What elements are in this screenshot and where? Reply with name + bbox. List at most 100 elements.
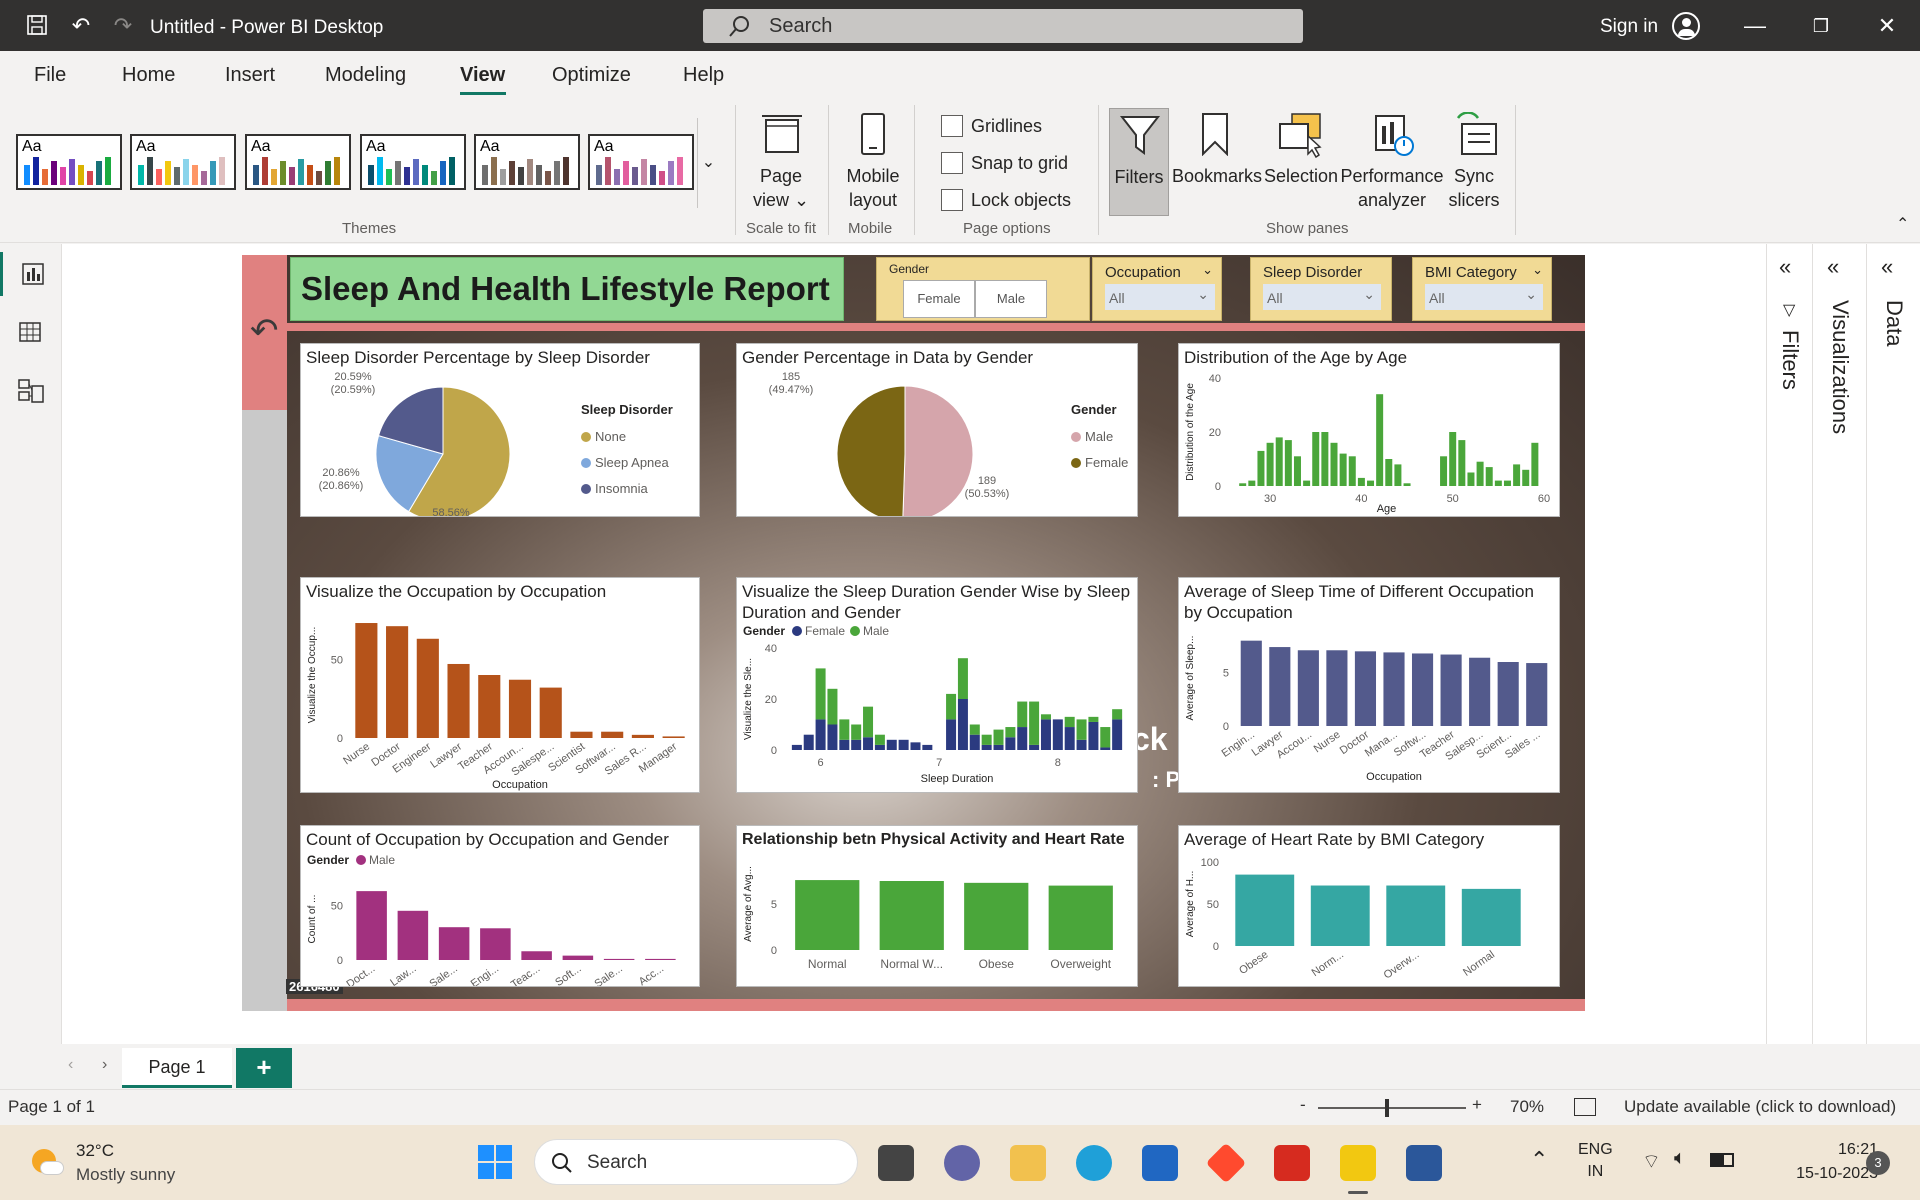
theme-6[interactable]: Aa: [588, 134, 694, 190]
lock-objects-checkbox[interactable]: [941, 189, 963, 211]
selection-pane-button[interactable]: Selection: [1262, 108, 1340, 212]
sync-slicers-button[interactable]: Sync slicers: [1444, 108, 1504, 212]
edge-icon[interactable]: [1076, 1145, 1112, 1181]
clock-date[interactable]: 15-10-2023: [1748, 1165, 1878, 1183]
word-icon[interactable]: [1406, 1145, 1442, 1181]
age-distribution-card[interactable]: Distribution of the Age by Age Distribut…: [1178, 343, 1560, 517]
bar: [1513, 464, 1521, 486]
expand-data-icon[interactable]: «: [1881, 254, 1893, 280]
x-tick-label: Teac...: [509, 963, 542, 986]
heart-rate-bmi-card[interactable]: Average of Heart Rate by BMI Category Av…: [1178, 825, 1560, 987]
language-indicator[interactable]: ENG IN: [1578, 1139, 1613, 1183]
account-icon[interactable]: [1672, 12, 1700, 40]
theme-3[interactable]: Aa: [245, 134, 351, 190]
wifi-icon[interactable]: ⌔: [1642, 1149, 1661, 1174]
occupation-slicer[interactable]: Occupation ⌄ All ⌄: [1092, 257, 1222, 321]
bmi-slicer-value[interactable]: All ⌄: [1425, 284, 1543, 310]
minimize-icon[interactable]: —: [1742, 13, 1768, 39]
windows-start-icon[interactable]: [478, 1145, 512, 1179]
gender-pie-card[interactable]: Gender Percentage in Data by Gender 189(…: [736, 343, 1138, 517]
visualizations-pane[interactable]: « Visualizations: [1813, 244, 1867, 1044]
undo-icon[interactable]: ↶: [68, 13, 94, 39]
file-explorer-icon[interactable]: [1010, 1145, 1046, 1181]
search-input[interactable]: Search: [703, 9, 1303, 43]
bar: [1526, 663, 1548, 726]
fit-to-page-icon[interactable]: [1574, 1098, 1596, 1116]
theme-4[interactable]: Aa: [360, 134, 466, 190]
gridlines-checkbox[interactable]: [941, 115, 963, 137]
zoom-slider-thumb[interactable]: [1384, 1099, 1389, 1117]
collapse-ribbon-icon[interactable]: ⌃: [1896, 214, 1909, 234]
bar: [1321, 432, 1329, 486]
snap-to-grid-checkbox[interactable]: [941, 152, 963, 174]
zoom-level[interactable]: 70%: [1510, 1097, 1544, 1117]
report-view-icon[interactable]: [0, 252, 62, 296]
task-view-icon[interactable]: [878, 1145, 914, 1181]
mobile-layout-button[interactable]: Mobile layout: [838, 108, 908, 212]
avg-sleep-occupation-card[interactable]: Average of Sleep Time of Different Occup…: [1178, 577, 1560, 793]
prev-page-icon[interactable]: ‹: [68, 1056, 73, 1074]
performance-analyzer-button[interactable]: Performance analyzer: [1340, 108, 1444, 212]
bmi-slicer[interactable]: BMI Category ⌄ All ⌄: [1412, 257, 1552, 321]
sleep-disorder-pie-card[interactable]: Sleep Disorder Percentage by Sleep Disor…: [300, 343, 700, 517]
zoom-in-button[interactable]: +: [1472, 1095, 1482, 1115]
notification-badge[interactable]: 3: [1866, 1151, 1890, 1175]
zoom-out-button[interactable]: -: [1300, 1095, 1306, 1115]
close-icon[interactable]: ✕: [1874, 13, 1900, 39]
tab-view[interactable]: View: [460, 64, 505, 87]
gender-option-male[interactable]: Male: [975, 280, 1047, 318]
tab-home[interactable]: Home: [122, 64, 175, 87]
next-page-icon[interactable]: ›: [102, 1056, 107, 1074]
table-view-icon[interactable]: [0, 310, 62, 354]
filters-pane[interactable]: « ▽ Filters: [1767, 244, 1813, 1044]
occupation-count-card[interactable]: Visualize the Occupation by Occupation V…: [300, 577, 700, 793]
zoom-slider[interactable]: [1318, 1099, 1466, 1117]
page-tab-1[interactable]: Page 1: [122, 1048, 232, 1088]
sleep-disorder-slicer[interactable]: Sleep Disorder All ⌄: [1250, 257, 1392, 321]
gender-option-female[interactable]: Female: [903, 280, 975, 318]
teams-icon[interactable]: [944, 1145, 980, 1181]
model-view-icon[interactable]: [0, 368, 62, 412]
bookmarks-pane-button[interactable]: Bookmarks: [1172, 108, 1262, 212]
sync-label-2: slicers: [1448, 190, 1500, 210]
activity-heart-card[interactable]: Relationship betn Physical Activity and …: [736, 825, 1138, 987]
sleep-disorder-slicer-value[interactable]: All ⌄: [1263, 284, 1381, 310]
occupation-gender-card[interactable]: Count of Occupation by Occupation and Ge…: [300, 825, 700, 987]
tab-modeling[interactable]: Modeling: [325, 64, 406, 87]
show-hidden-icons[interactable]: ⌃: [1530, 1147, 1548, 1173]
tab-help[interactable]: Help: [683, 64, 724, 87]
taskbar-search[interactable]: Search: [534, 1139, 858, 1185]
tab-optimize[interactable]: Optimize: [552, 64, 631, 87]
theme-1[interactable]: Aa: [16, 134, 122, 190]
app-icon[interactable]: [1205, 1142, 1247, 1184]
y-tick-label: 20: [765, 694, 777, 706]
expand-visualizations-icon[interactable]: «: [1827, 254, 1839, 280]
clock-time[interactable]: 16:21: [1788, 1141, 1878, 1159]
gender-slicer[interactable]: Gender Female Male: [876, 257, 1090, 321]
weather-icon[interactable]: [30, 1147, 64, 1177]
expand-filters-icon[interactable]: «: [1779, 254, 1791, 280]
update-available-link[interactable]: Update available (click to download): [1624, 1097, 1896, 1117]
add-page-button[interactable]: +: [236, 1048, 292, 1088]
save-icon[interactable]: [24, 13, 50, 39]
tab-file[interactable]: File: [34, 64, 66, 87]
restore-icon[interactable]: ❐: [1808, 13, 1834, 39]
power-bi-icon[interactable]: [1340, 1145, 1376, 1181]
theme-5[interactable]: Aa: [474, 134, 580, 190]
themes-expand-button[interactable]: ⌄: [697, 118, 719, 208]
sleep-duration-card[interactable]: Visualize the Sleep Duration Gender Wise…: [736, 577, 1138, 793]
battery-icon[interactable]: [1710, 1153, 1734, 1167]
tab-insert[interactable]: Insert: [225, 64, 275, 87]
theme-2[interactable]: Aa: [130, 134, 236, 190]
redo-icon[interactable]: ↷: [110, 13, 136, 39]
back-arrow-icon[interactable]: ↶: [250, 311, 279, 351]
volume-icon[interactable]: 🔈︎: [1674, 1147, 1686, 1170]
data-pane[interactable]: « Data: [1867, 244, 1920, 1044]
filters-pane-button[interactable]: Filters: [1109, 108, 1169, 216]
bar: [1040, 719, 1051, 750]
sign-in-link[interactable]: Sign in: [1600, 16, 1658, 38]
store-icon[interactable]: [1142, 1145, 1178, 1181]
acrobat-icon[interactable]: [1274, 1145, 1310, 1181]
occupation-slicer-value[interactable]: All ⌄: [1105, 284, 1215, 310]
page-view-button[interactable]: Page view ⌄: [744, 108, 818, 212]
